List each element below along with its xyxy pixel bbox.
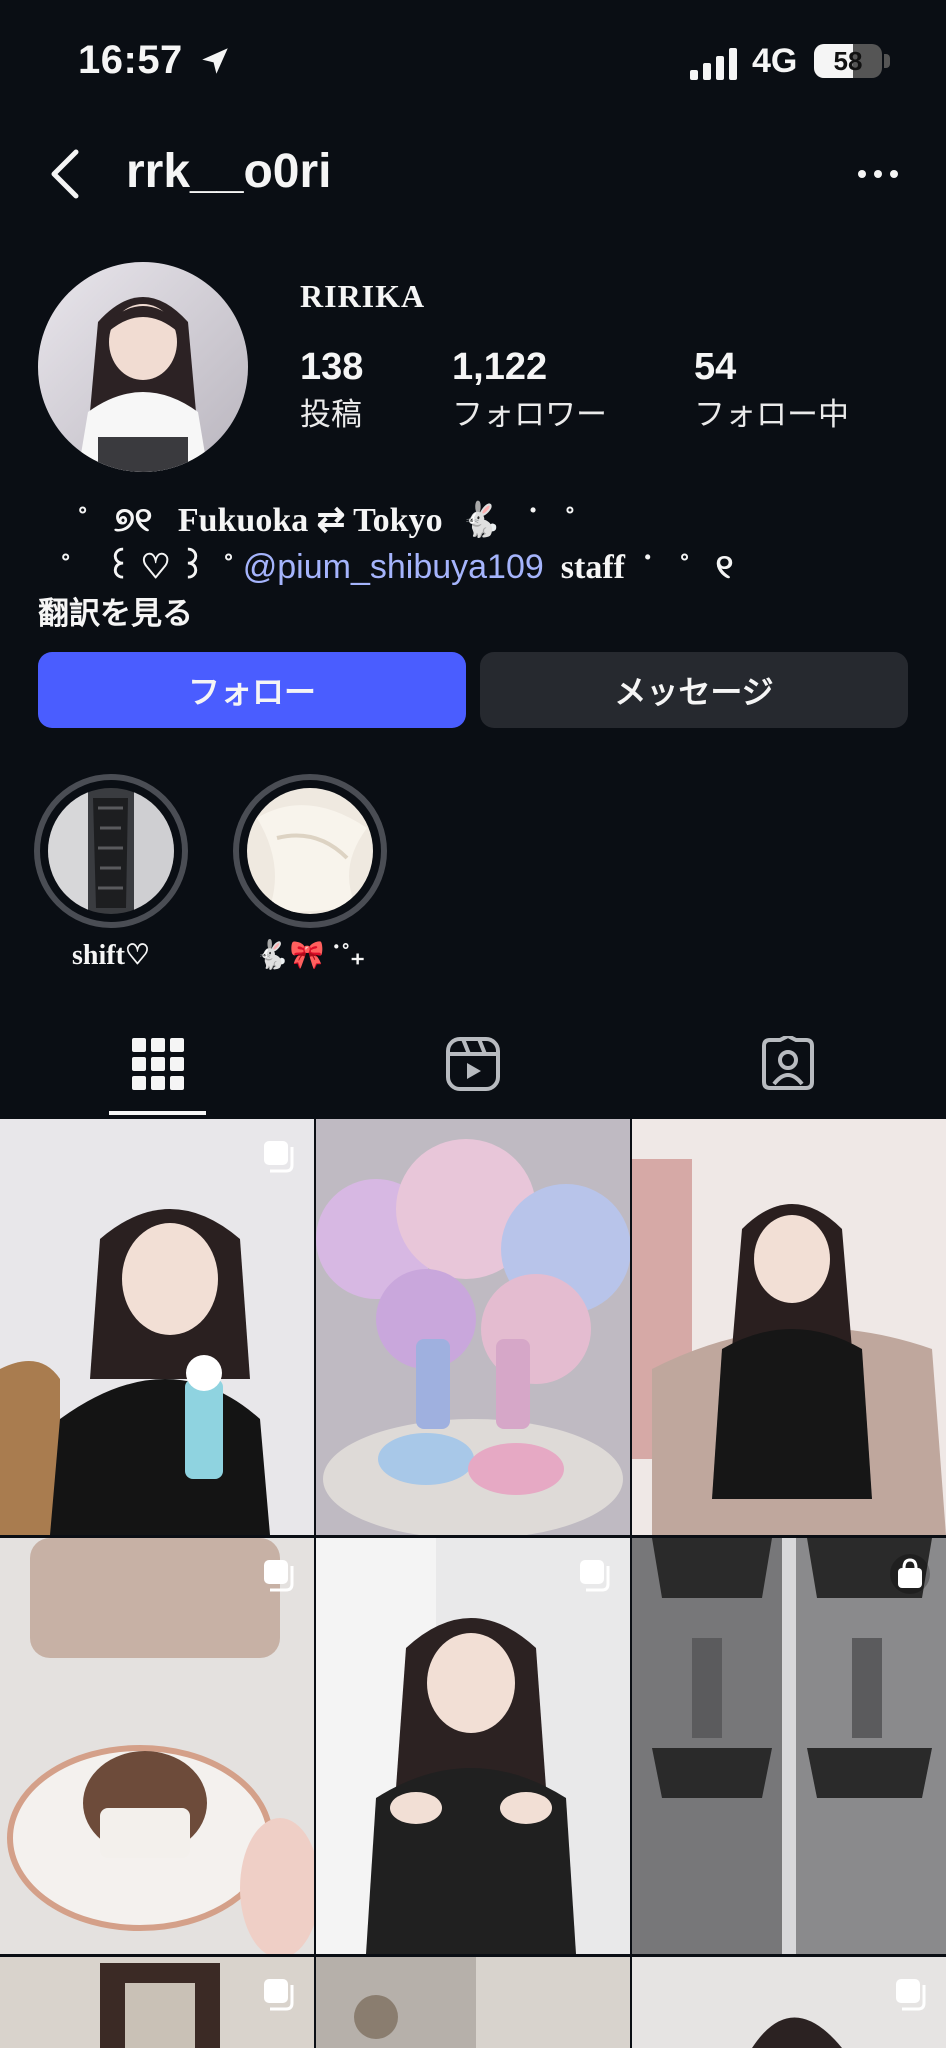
bio-mention-link[interactable]: @pium_shibuya109 xyxy=(243,548,544,586)
display-name: RIRIKA xyxy=(300,278,426,314)
post-tile[interactable] xyxy=(316,1538,630,1954)
battery-level: 58 xyxy=(833,46,863,76)
carousel-icon xyxy=(896,1979,926,2011)
more-options-icon[interactable] xyxy=(856,160,900,188)
highlight-shift[interactable] xyxy=(34,774,188,928)
battery-icon: 58 xyxy=(814,44,882,78)
highlight-bunny-label: 🐇🎀 ˙˚₊ xyxy=(254,940,366,971)
message-button[interactable]: メッセージ xyxy=(480,652,908,728)
status-time: 16:57 xyxy=(78,38,183,82)
stat-posts[interactable]: 138 投稿 xyxy=(300,346,363,434)
active-tab-indicator xyxy=(109,1111,206,1115)
highlight-bunny-cover xyxy=(247,788,373,914)
stat-following-label: フォロー中 xyxy=(694,397,849,432)
bio-line-2-prefix: ˚ ꒰ ♡ ꒱ ˚ xyxy=(60,549,243,586)
bio-line-1: ˚ ୭୧ Fukuoka ⇄ Tokyo 🐇 ˙ ˚ xyxy=(60,502,576,539)
grid-icon[interactable] xyxy=(130,1036,186,1092)
bio-line-2: ˚ ꒰ ♡ ꒱ ˚ @pium_shibuya109 staff ˙ ˚ ୧ xyxy=(60,542,733,587)
post-tile[interactable] xyxy=(0,1957,314,2048)
signal-icon xyxy=(690,48,737,80)
back-icon[interactable] xyxy=(46,146,86,202)
network-type: 4G xyxy=(752,42,798,80)
carousel-icon xyxy=(264,1560,294,1592)
highlight-shift-label: shift♡ xyxy=(72,940,150,971)
stat-following[interactable]: 54 フォロー中 xyxy=(694,346,849,434)
stat-followers-count: 1,122 xyxy=(452,346,548,388)
location-arrow-icon xyxy=(202,48,228,74)
carousel-icon xyxy=(580,1560,610,1592)
tagged-icon[interactable] xyxy=(760,1036,816,1092)
carousel-icon xyxy=(264,1979,294,2011)
stat-posts-count: 138 xyxy=(300,346,364,388)
see-translation-link[interactable]: 翻訳を見る xyxy=(38,588,193,633)
post-tile[interactable] xyxy=(632,1119,946,1535)
battery-nub xyxy=(884,54,890,68)
post-tile[interactable] xyxy=(316,1957,630,2048)
post-tile[interactable] xyxy=(632,1538,946,1954)
stat-followers[interactable]: 1,122 フォロワー xyxy=(452,346,607,434)
stat-posts-label: 投稿 xyxy=(300,397,362,432)
carousel-icon xyxy=(264,1141,294,1173)
reels-icon[interactable] xyxy=(445,1036,501,1092)
post-tile[interactable] xyxy=(0,1119,314,1535)
post-tile[interactable] xyxy=(316,1119,630,1535)
username: rrk__o0ri xyxy=(126,145,332,198)
post-tile[interactable] xyxy=(632,1957,946,2048)
shopping-bag-icon xyxy=(890,1554,930,1594)
avatar[interactable] xyxy=(38,262,248,472)
stat-following-count: 54 xyxy=(694,346,737,388)
follow-button[interactable]: フォロー xyxy=(38,652,466,728)
highlight-bunny[interactable] xyxy=(233,774,387,928)
bio-line-2-suffix: staff ˙ ˚ ୧ xyxy=(543,549,734,586)
stat-followers-label: フォロワー xyxy=(452,397,607,432)
highlight-shift-cover xyxy=(48,788,174,914)
post-tile[interactable] xyxy=(0,1538,314,1954)
